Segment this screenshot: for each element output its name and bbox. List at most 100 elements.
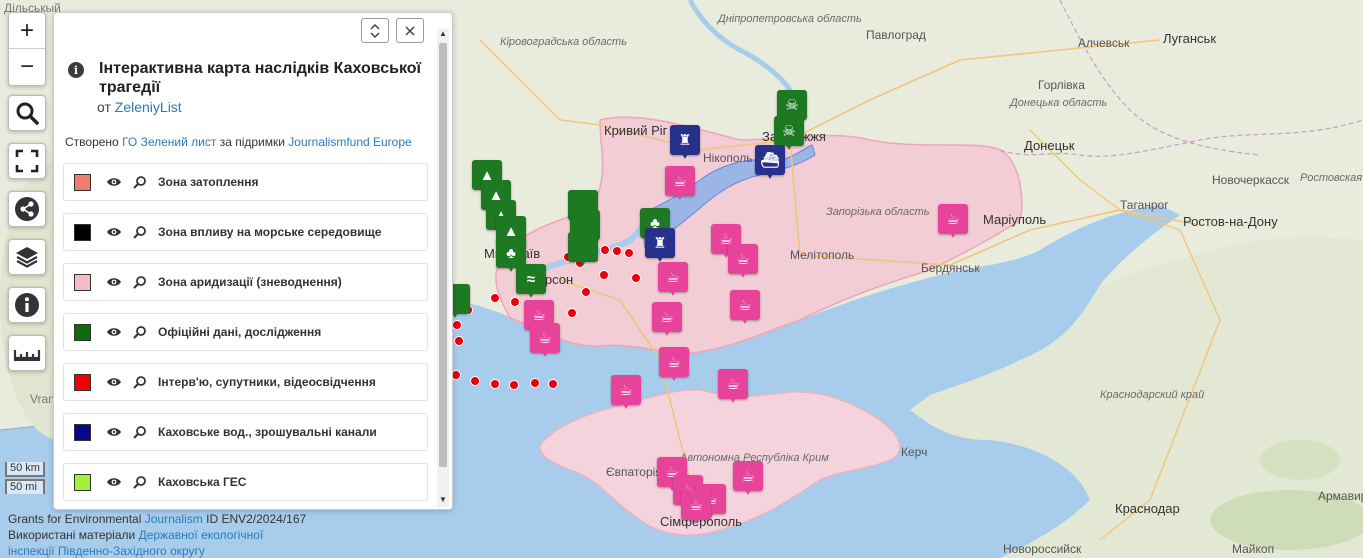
interview-point-marker[interactable] (490, 293, 500, 303)
interview-point-marker[interactable] (510, 297, 520, 307)
zoom-out-button[interactable]: − (9, 49, 45, 85)
credit-fund-link[interactable]: Journalismfund Europe (288, 135, 411, 149)
eye-icon[interactable] (106, 326, 122, 338)
share-icon (15, 197, 39, 221)
zoom-to-layer-icon[interactable] (133, 375, 147, 389)
interview-point-marker[interactable] (530, 378, 540, 388)
map-place-label: Ростов-на-Дону (1183, 214, 1278, 229)
map-marker-pink[interactable]: ☕ (730, 290, 760, 324)
map-place-label: Таганрог (1120, 198, 1169, 212)
layer-row[interactable]: Каховське вод., зрошувальні канали (63, 413, 428, 451)
close-button[interactable] (396, 18, 424, 43)
attribution: Grants for Environmental Journalism ID E… (8, 511, 306, 558)
map-marker-pink[interactable]: ☕ (938, 204, 968, 238)
map-place-label: Кривий Ріг (604, 123, 668, 138)
attribution-journalism-link[interactable]: Journalism (145, 512, 203, 526)
map-marker-pink[interactable]: ☕ (658, 262, 688, 296)
map-marker-navy[interactable]: ♜ (670, 125, 700, 159)
eye-icon[interactable] (106, 376, 122, 388)
layer-row[interactable]: Зона впливу на морське середовище (63, 213, 428, 251)
map-marker-pink[interactable]: ☕ (681, 490, 711, 524)
interview-point-marker[interactable] (599, 270, 609, 280)
credit-prefix: Створено (65, 135, 119, 149)
map-marker-pink[interactable]: ☕ (530, 323, 560, 357)
interview-point-marker[interactable] (581, 287, 591, 297)
interview-point-marker[interactable] (567, 308, 577, 318)
map-marker-navy[interactable]: ⛴ (755, 145, 785, 179)
credit-org-link[interactable]: ГО Зелений лист (122, 135, 216, 149)
interview-point-marker[interactable] (631, 273, 641, 283)
eye-icon[interactable] (106, 276, 122, 288)
eye-icon[interactable] (106, 176, 122, 188)
map-marker-green[interactable] (568, 232, 598, 266)
map-marker-green[interactable]: ≈ (516, 264, 546, 298)
zoom-to-layer-icon[interactable] (133, 325, 147, 339)
measure-button[interactable] (8, 335, 46, 371)
info-icon (15, 293, 39, 317)
eye-icon[interactable] (106, 476, 122, 488)
interview-point-marker[interactable] (548, 379, 558, 389)
layer-label: Офіційні дані, дослідження (158, 325, 322, 339)
zoom-to-layer-icon[interactable] (133, 475, 147, 489)
layer-color-swatch (74, 474, 91, 491)
layers-icon (16, 247, 38, 268)
collapse-button[interactable] (361, 18, 389, 43)
scroll-thumb[interactable] (439, 43, 447, 467)
map-place-label: Армавир (1318, 489, 1363, 503)
interview-point-marker[interactable] (509, 380, 519, 390)
attribution-materials-prefix: Використані матеріали (8, 528, 136, 542)
marker-icon: ☕ (741, 467, 755, 485)
map-marker-pink[interactable]: ☕ (611, 375, 641, 409)
map-place-label: Донецька область (1010, 97, 1108, 109)
zoom-to-layer-icon[interactable] (133, 425, 147, 439)
marker-icon: ☕ (738, 296, 752, 314)
layer-row[interactable]: Інтерв'ю, супутники, відеосвідчення (63, 363, 428, 401)
marker-icon: ☠ (785, 96, 799, 114)
map-place-label: Маріуполь (983, 212, 1047, 227)
interview-point-marker[interactable] (612, 246, 622, 256)
layer-color-swatch (74, 424, 91, 441)
credit-middle: за підримки (219, 135, 285, 149)
layer-label: Зона аридизації (зневоднення) (158, 275, 342, 289)
author-link[interactable]: ZeleniyList (115, 99, 182, 115)
zoom-to-layer-icon[interactable] (133, 175, 147, 189)
interview-point-marker[interactable] (470, 376, 480, 386)
scale-mi: 50 mi (5, 479, 45, 494)
scroll-down-icon[interactable]: ▼ (439, 495, 447, 504)
layer-row[interactable]: Каховська ГЕС (63, 463, 428, 501)
layers-button[interactable] (8, 239, 46, 275)
info-button[interactable] (8, 287, 46, 323)
interview-point-marker[interactable] (490, 379, 500, 389)
interview-point-marker[interactable] (600, 245, 610, 255)
map-marker-pink[interactable]: ☕ (665, 166, 695, 200)
layer-row[interactable]: Зона аридизації (зневоднення) (63, 263, 428, 301)
map-marker-pink[interactable]: ☕ (733, 461, 763, 495)
scroll-up-icon[interactable]: ▲ (439, 29, 447, 38)
layer-row[interactable]: Офіційні дані, дослідження (63, 313, 428, 351)
interview-point-marker[interactable] (454, 336, 464, 346)
zoom-to-layer-icon[interactable] (133, 225, 147, 239)
search-button[interactable] (8, 95, 46, 131)
panel-scrollbar[interactable]: ▲ ▼ (437, 29, 449, 507)
map-place-label: Новороссийск (1003, 542, 1082, 556)
author-prefix: от (97, 99, 111, 115)
share-button[interactable] (8, 191, 46, 227)
map-marker-pink[interactable]: ☕ (718, 369, 748, 403)
zoom-to-layer-icon[interactable] (133, 275, 147, 289)
map-place-label: Кіровоградська область (500, 36, 628, 48)
map-place-label: Новочеркасск (1212, 173, 1290, 187)
eye-icon[interactable] (106, 226, 122, 238)
zoom-in-button[interactable]: + (9, 13, 45, 49)
layer-row[interactable]: Зона затоплення (63, 163, 428, 201)
attribution-inspection-link[interactable]: Державної екологічної (139, 528, 264, 542)
map-place-label: Мелітополь (790, 248, 855, 262)
map-marker-pink[interactable]: ☕ (652, 302, 682, 336)
fullscreen-button[interactable] (8, 143, 46, 179)
eye-icon[interactable] (106, 426, 122, 438)
map-marker-pink[interactable]: ☕ (728, 244, 758, 278)
interview-point-marker[interactable] (624, 248, 634, 258)
interview-point-marker[interactable] (452, 320, 462, 330)
attribution-inspection-link-cont[interactable]: інспекції Південно-Західного округу (8, 544, 205, 558)
map-marker-navy[interactable]: ♜ (645, 228, 675, 262)
map-marker-pink[interactable]: ☕ (659, 347, 689, 381)
